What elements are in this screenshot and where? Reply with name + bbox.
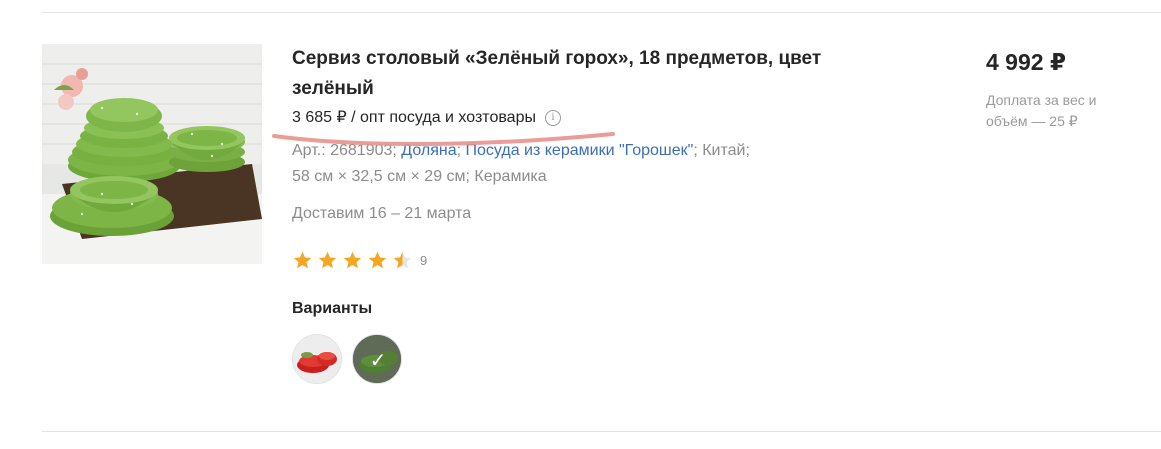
wholesale-price: 3 685 ₽ / опт посуда и хозтовары i <box>272 106 912 146</box>
brand-link[interactable]: Доляна <box>401 142 456 159</box>
product-image[interactable] <box>42 44 262 264</box>
variant-green[interactable]: ✓ <box>352 334 402 384</box>
price-column: 4 992 ₽ Доплата за вес и объём — 25 ₽ <box>986 46 1146 132</box>
star-icon <box>343 251 362 268</box>
half-star-icon <box>393 251 412 268</box>
delivery-dates: Доставим 16 – 21 марта <box>292 205 472 222</box>
star-icon <box>293 251 312 268</box>
rating[interactable]: 9 <box>292 248 912 272</box>
variant-red[interactable] <box>292 334 342 384</box>
info-icon[interactable]: i <box>544 110 561 126</box>
product-info: Сервиз столовый «Зелёный горох», 18 пред… <box>272 44 912 384</box>
product-meta: Арт.: 2681903; Доляна; Посуда из керамик… <box>292 138 912 190</box>
star-icon <box>318 251 337 268</box>
country: ; Китай; <box>693 142 750 159</box>
top-divider <box>42 12 1161 13</box>
variants-list: ✓ <box>292 334 912 384</box>
bottom-divider <box>42 431 1161 432</box>
price: 4 992 ₽ <box>986 49 1066 75</box>
star-icon <box>368 251 387 268</box>
check-icon: ✓ <box>369 349 387 372</box>
rating-count[interactable]: 9 <box>420 253 427 268</box>
surcharge-note: Доплата за вес и объём — 25 ₽ <box>986 92 1097 129</box>
variants-label: Варианты <box>292 300 373 317</box>
product-title[interactable]: Сервиз столовый «Зелёный горох», 18 пред… <box>292 44 892 104</box>
wholesale-price-text: 3 685 ₽ / опт посуда и хозтовары <box>292 109 536 126</box>
dimensions: 58 см × 32,5 см × 29 см; Керамика <box>292 168 547 185</box>
product-card: Сервиз столовый «Зелёный горох», 18 пред… <box>0 0 1161 449</box>
collection-link[interactable]: Посуда из керамики "Горошек" <box>465 142 693 159</box>
article-number: Арт.: 2681903; <box>292 142 402 159</box>
